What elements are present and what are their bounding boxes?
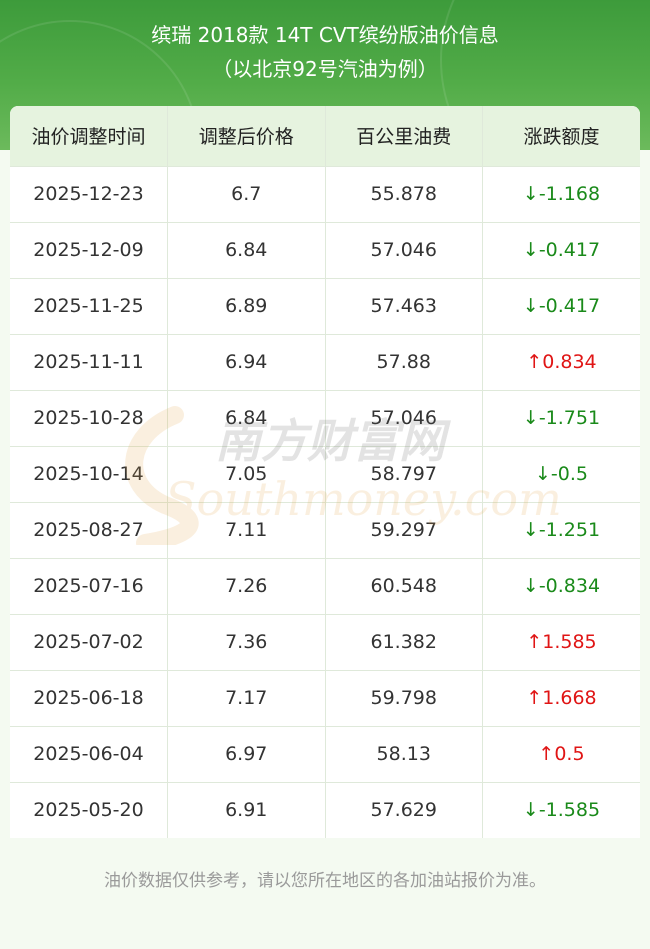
table-row: 2025-06-04 6.97 58.13 ↑0.5 <box>10 725 640 783</box>
cell-change: ↓-0.417 <box>482 277 640 335</box>
cell-cost: 58.13 <box>324 725 483 783</box>
cell-date: 2025-10-14 <box>10 445 168 503</box>
cell-price: 6.89 <box>167 277 326 335</box>
table-row: 2025-06-18 7.17 59.798 ↑1.668 <box>10 669 640 727</box>
cell-price: 6.94 <box>167 333 326 391</box>
cell-date: 2025-05-20 <box>10 781 168 838</box>
cell-price: 7.36 <box>167 613 326 671</box>
cell-cost: 61.382 <box>324 613 483 671</box>
cell-cost: 59.798 <box>324 669 483 727</box>
cell-date: 2025-07-02 <box>10 613 168 671</box>
cell-change: ↑0.5 <box>482 725 640 783</box>
table-row: 2025-11-25 6.89 57.463 ↓-0.417 <box>10 277 640 335</box>
cell-cost: 57.629 <box>324 781 483 838</box>
table-row: 2025-11-11 6.94 57.88 ↑0.834 <box>10 333 640 391</box>
table-row: 2025-12-09 6.84 57.046 ↓-0.417 <box>10 221 640 279</box>
cell-price: 6.91 <box>167 781 326 838</box>
table-row: 2025-10-28 6.84 57.046 ↓-1.751 <box>10 389 640 447</box>
cell-change: ↓-1.251 <box>482 501 640 559</box>
table-header-row: 油价调整时间 调整后价格 百公里油费 涨跌额度 <box>10 106 640 167</box>
cell-cost: 57.046 <box>324 389 483 447</box>
page-subtitle: （以北京92号汽油为例） <box>212 57 438 81</box>
cell-price: 7.26 <box>167 557 326 615</box>
cell-change: ↑1.585 <box>482 613 640 671</box>
cell-cost: 58.797 <box>324 445 483 503</box>
cell-change: ↑0.834 <box>482 333 640 391</box>
oil-price-table: 油价调整时间 调整后价格 百公里油费 涨跌额度 2025-12-23 6.7 55.… <box>10 106 640 838</box>
column-header-date: 油价调整时间 <box>10 106 168 167</box>
cell-date: 2025-12-09 <box>10 221 168 279</box>
cell-cost: 59.297 <box>324 501 483 559</box>
cell-cost: 55.878 <box>324 165 483 223</box>
cell-date: 2025-06-18 <box>10 669 168 727</box>
cell-date: 2025-11-11 <box>10 333 168 391</box>
cell-cost: 57.046 <box>324 221 483 279</box>
cell-price: 6.7 <box>167 165 326 223</box>
page-title: 缤瑞 2018款 14T CVT缤纷版油价信息 <box>151 23 499 47</box>
cell-change: ↓-0.5 <box>482 445 640 503</box>
cell-date: 2025-08-27 <box>10 501 168 559</box>
table-row: 2025-12-23 6.7 55.878 ↓-1.168 <box>10 165 640 223</box>
cell-change: ↓-0.834 <box>482 557 640 615</box>
column-header-price: 调整后价格 <box>167 106 326 167</box>
column-header-cost: 百公里油费 <box>324 106 483 167</box>
table-body: 2025-12-23 6.7 55.878 ↓-1.168 2025-12-09 6.84… <box>10 165 640 838</box>
cell-price: 6.97 <box>167 725 326 783</box>
table-row: 2025-10-14 7.05 58.797 ↓-0.5 <box>10 445 640 503</box>
cell-change: ↓-1.585 <box>482 781 640 838</box>
cell-price: 6.84 <box>167 389 326 447</box>
table-row: 2025-05-20 6.91 57.629 ↓-1.585 <box>10 781 640 838</box>
cell-date: 2025-06-04 <box>10 725 168 783</box>
table-row: 2025-08-27 7.11 59.297 ↓-1.251 <box>10 501 640 559</box>
cell-cost: 57.463 <box>324 277 483 335</box>
cell-change: ↓-0.417 <box>482 221 640 279</box>
cell-change: ↓-1.168 <box>482 165 640 223</box>
cell-price: 7.17 <box>167 669 326 727</box>
price-table-card: 油价调整时间 调整后价格 百公里油费 涨跌额度 2025-12-23 6.7 55.… <box>10 106 640 838</box>
footer-note: 油价数据仅供参考，请以您所在地区的各加油站报价为准。 <box>104 871 546 891</box>
cell-price: 7.11 <box>167 501 326 559</box>
cell-price: 6.84 <box>167 221 326 279</box>
cell-date: 2025-12-23 <box>10 165 168 223</box>
cell-change: ↑1.668 <box>482 669 640 727</box>
table-row: 2025-07-16 7.26 60.548 ↓-0.834 <box>10 557 640 615</box>
cell-price: 7.05 <box>167 445 326 503</box>
cell-date: 2025-11-25 <box>10 277 168 335</box>
cell-change: ↓-1.751 <box>482 389 640 447</box>
column-header-change: 涨跌额度 <box>482 106 640 167</box>
cell-cost: 57.88 <box>324 333 483 391</box>
cell-cost: 60.548 <box>324 557 483 615</box>
table-row: 2025-07-02 7.36 61.382 ↑1.585 <box>10 613 640 671</box>
cell-date: 2025-07-16 <box>10 557 168 615</box>
cell-date: 2025-10-28 <box>10 389 168 447</box>
